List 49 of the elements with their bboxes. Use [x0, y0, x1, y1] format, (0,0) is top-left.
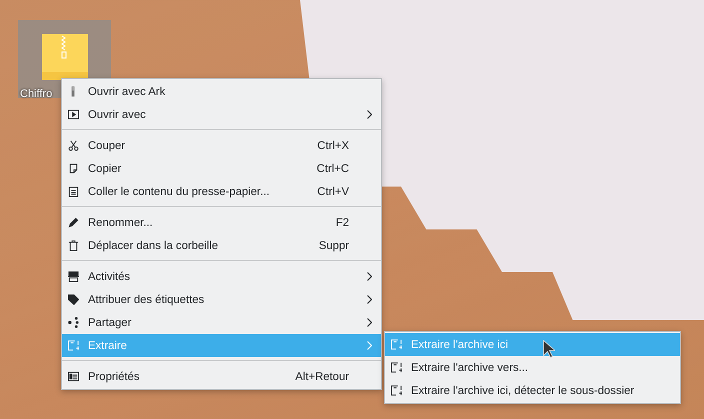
- trash-icon: [68, 240, 79, 251]
- menu-item-label: Extraire l'archive ici: [411, 338, 508, 350]
- menu-item-label: Ouvrir avec: [88, 108, 146, 120]
- properties-icon: [68, 371, 79, 382]
- extract-icon: [391, 339, 402, 350]
- menu-item-label: Copier: [88, 162, 122, 174]
- menu-item[interactable]: Couper Ctrl+X: [62, 134, 381, 157]
- menu-item-label: Déplacer dans la corbeille: [88, 240, 218, 252]
- menu-item[interactable]: Activités: [62, 265, 381, 288]
- menu-item-label: Coller le contenu du presse-papier...: [88, 186, 270, 198]
- menu-item-label: Extraire: [88, 340, 127, 352]
- menu-item-label: Attribuer des étiquettes: [88, 294, 204, 306]
- menu-item-label: Couper: [88, 140, 126, 152]
- menu-item[interactable]: Ouvrir avec: [62, 103, 381, 126]
- scissors-icon: [68, 140, 79, 151]
- menu-item[interactable]: Renommer... F2: [62, 211, 381, 234]
- activities-icon: [68, 271, 79, 282]
- menu-item-label: Extraire l'archive ici, détecter le sous-dossier: [411, 384, 634, 396]
- shortcut-label: Ctrl+C: [316, 162, 349, 174]
- menu-item-label: Extraire l'archive vers...: [411, 362, 528, 374]
- menu-item[interactable]: Propriétés Alt+Retour: [62, 365, 381, 388]
- archive-icon: [42, 34, 88, 80]
- menu-item[interactable]: Copier Ctrl+C: [62, 157, 381, 180]
- shortcut-label: Ctrl+X: [317, 140, 349, 152]
- menu-item[interactable]: Déplacer dans la corbeille Suppr: [62, 234, 381, 257]
- menu-item-label: Propriétés: [88, 370, 140, 382]
- shortcut-label: Ctrl+V: [317, 186, 349, 198]
- menu-item[interactable]: Extraire l'archive ici, détecter le sous-dossier: [385, 379, 680, 402]
- shortcut-label: Suppr: [318, 240, 349, 252]
- extract-icon: [391, 362, 402, 373]
- file-name: Chiffro: [20, 88, 52, 100]
- share-icon: [68, 317, 79, 328]
- shortcut-label: Alt+Retour: [295, 370, 349, 382]
- mouse-cursor-icon: [543, 340, 555, 358]
- menu-item[interactable]: Extraire l'archive vers...: [385, 356, 680, 379]
- shortcut-label: F2: [336, 216, 349, 228]
- clipboard-icon: [68, 186, 79, 197]
- tag-icon: [68, 294, 79, 305]
- extract-icon: [391, 385, 402, 396]
- menu-item-label: Activités: [88, 270, 130, 282]
- copy-icon: [68, 163, 79, 174]
- window-icon: [68, 109, 79, 120]
- menu-item[interactable]: Attribuer des étiquettes: [62, 288, 381, 311]
- menu-item[interactable]: Partager: [62, 311, 381, 334]
- extract-icon: [68, 340, 79, 351]
- menu-item[interactable]: Coller le contenu du presse-papier... Ctrl+V: [62, 180, 381, 203]
- menu-item-label: Renommer...: [88, 216, 153, 228]
- menu-item-label: Partager: [88, 316, 132, 328]
- pencil-icon: [68, 217, 79, 228]
